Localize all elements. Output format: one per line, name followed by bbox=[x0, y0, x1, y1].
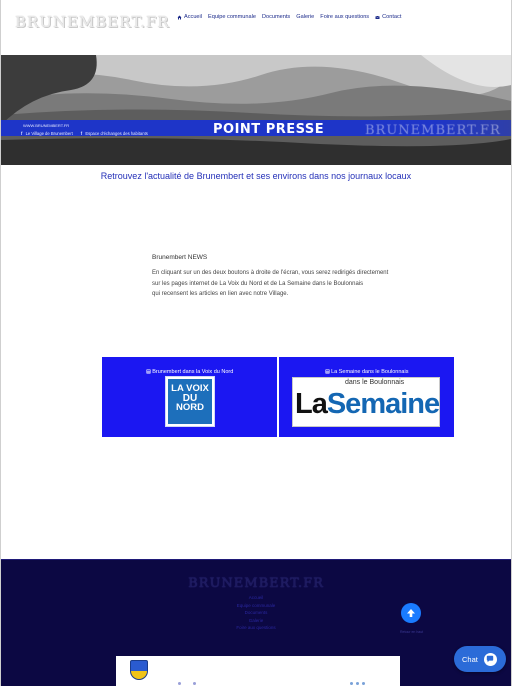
page: BRUNEMBERT.FR Accueil Equipe communale D… bbox=[0, 0, 512, 686]
nav-label: Foire aux questions bbox=[320, 14, 370, 20]
voix-du-nord-card[interactable]: Brunembert dans la Voix du Nord LA VOIX … bbox=[102, 357, 277, 437]
nav-item-contact[interactable]: Contact bbox=[375, 14, 401, 20]
voix-du-nord-logo-text: LA VOIX DU NORD bbox=[168, 379, 212, 424]
nav-label: Contact bbox=[382, 14, 402, 20]
chat-button[interactable]: Chat bbox=[454, 646, 506, 672]
press-cards: Brunembert dans la Voix du Nord LA VOIX … bbox=[102, 357, 454, 437]
nav-item-equipe[interactable]: Equipe communale bbox=[208, 14, 256, 20]
footer-logo[interactable]: BRUNEMBERT.FR bbox=[1, 576, 511, 591]
hero-banner: WWW.BRUNEMBERT.FR f Le Village de Brunem… bbox=[1, 55, 511, 165]
news-heading: Brunembert NEWS bbox=[152, 254, 208, 261]
logo-line: NORD bbox=[176, 402, 204, 413]
link-label: Espace d'échanges des habitants bbox=[85, 131, 148, 136]
card-title-text: Brunembert dans la Voix du Nord bbox=[152, 369, 234, 375]
news-line: qui recensent les articles en lien avec … bbox=[152, 291, 289, 297]
footer-link[interactable]: Foire aux questions bbox=[1, 624, 511, 632]
link-label: Le Village de Brunembert bbox=[25, 131, 73, 136]
newspaper-icon bbox=[146, 369, 151, 374]
nav-label: Galerie bbox=[296, 14, 315, 20]
site-header: BRUNEMBERT.FR Accueil Equipe communale D… bbox=[1, 0, 511, 55]
card-title-text: La Semaine dans le Boulonnais bbox=[331, 369, 409, 375]
nav-item-accueil[interactable]: Accueil bbox=[177, 14, 202, 20]
banner-logo-watermark: BRUNEMBERT.FR bbox=[365, 123, 501, 138]
site-footer: BRUNEMBERT.FR Accueil Equipe communale D… bbox=[1, 559, 511, 686]
footer-icons bbox=[178, 682, 196, 685]
envelope-icon bbox=[375, 15, 380, 19]
news-description: En cliquant sur un des deux boutons à dr… bbox=[152, 268, 462, 300]
scroll-to-top-button[interactable] bbox=[401, 603, 421, 623]
facebook-icon: f bbox=[21, 131, 23, 136]
news-line: En cliquant sur un des deux boutons à dr… bbox=[152, 270, 389, 276]
nav-label: Documents bbox=[261, 14, 291, 20]
voix-du-nord-logo[interactable]: LA VOIX DU NORD bbox=[165, 376, 215, 427]
logo-subtitle: dans le Boulonnais bbox=[345, 379, 405, 386]
nav-item-galerie[interactable]: Galerie bbox=[296, 14, 314, 20]
la-semaine-logo[interactable]: dans le Boulonnais LaSemaine bbox=[292, 377, 440, 427]
footer-link[interactable]: Equipe communale bbox=[1, 602, 511, 610]
chat-bubble-icon bbox=[483, 652, 497, 666]
nav-item-documents[interactable]: Documents bbox=[262, 14, 290, 20]
nav-label: Accueil bbox=[184, 14, 203, 20]
facebook-icon: f bbox=[80, 131, 83, 136]
footer-links: Accueil Equipe communale Documents Galer… bbox=[1, 594, 511, 632]
la-semaine-card[interactable]: La Semaine dans le Boulonnais dans le Bo… bbox=[279, 357, 454, 437]
village-crest-icon bbox=[130, 660, 148, 680]
footer-panel bbox=[116, 656, 400, 686]
logo-la: La bbox=[295, 388, 328, 420]
page-subtitle: Retrouvez l'actualité de Brunembert et s… bbox=[100, 171, 412, 181]
arrow-up-icon bbox=[407, 609, 415, 617]
page-title: POINT PRESSE bbox=[213, 122, 325, 137]
newspaper-icon bbox=[325, 369, 330, 374]
banner-social-links: f Le Village de Brunembert f Espace d'éc… bbox=[21, 131, 148, 136]
news-line: sur les pages internet de La Voix du Nor… bbox=[152, 280, 364, 287]
chat-label: Chat bbox=[462, 654, 478, 664]
banner-site-url: WWW.BRUNEMBERT.FR bbox=[23, 123, 70, 128]
site-logo[interactable]: BRUNEMBERT.FR bbox=[15, 13, 170, 31]
footer-icons-right bbox=[350, 682, 365, 685]
card-title: La Semaine dans le Boulonnais bbox=[279, 369, 454, 375]
landscape-image bbox=[1, 55, 511, 165]
footer-link[interactable]: Galerie bbox=[1, 617, 511, 625]
facebook-link-habitants[interactable]: f Espace d'échanges des habitants bbox=[81, 131, 148, 136]
home-icon bbox=[177, 15, 182, 19]
facebook-link-village[interactable]: f Le Village de Brunembert bbox=[21, 131, 73, 136]
scroll-to-top-label: Retour en haut bbox=[400, 630, 424, 634]
logo-wordmark: LaSemaine bbox=[295, 388, 440, 421]
logo-semaine: Semaine bbox=[326, 388, 440, 420]
nav-label: Equipe communale bbox=[208, 14, 256, 20]
footer-link[interactable]: Documents bbox=[1, 609, 511, 617]
footer-link[interactable]: Accueil bbox=[1, 594, 511, 602]
card-title: Brunembert dans la Voix du Nord bbox=[102, 369, 277, 375]
nav-item-faq[interactable]: Foire aux questions bbox=[320, 14, 369, 20]
main-nav: Accueil Equipe communale Documents Galer… bbox=[177, 14, 401, 20]
